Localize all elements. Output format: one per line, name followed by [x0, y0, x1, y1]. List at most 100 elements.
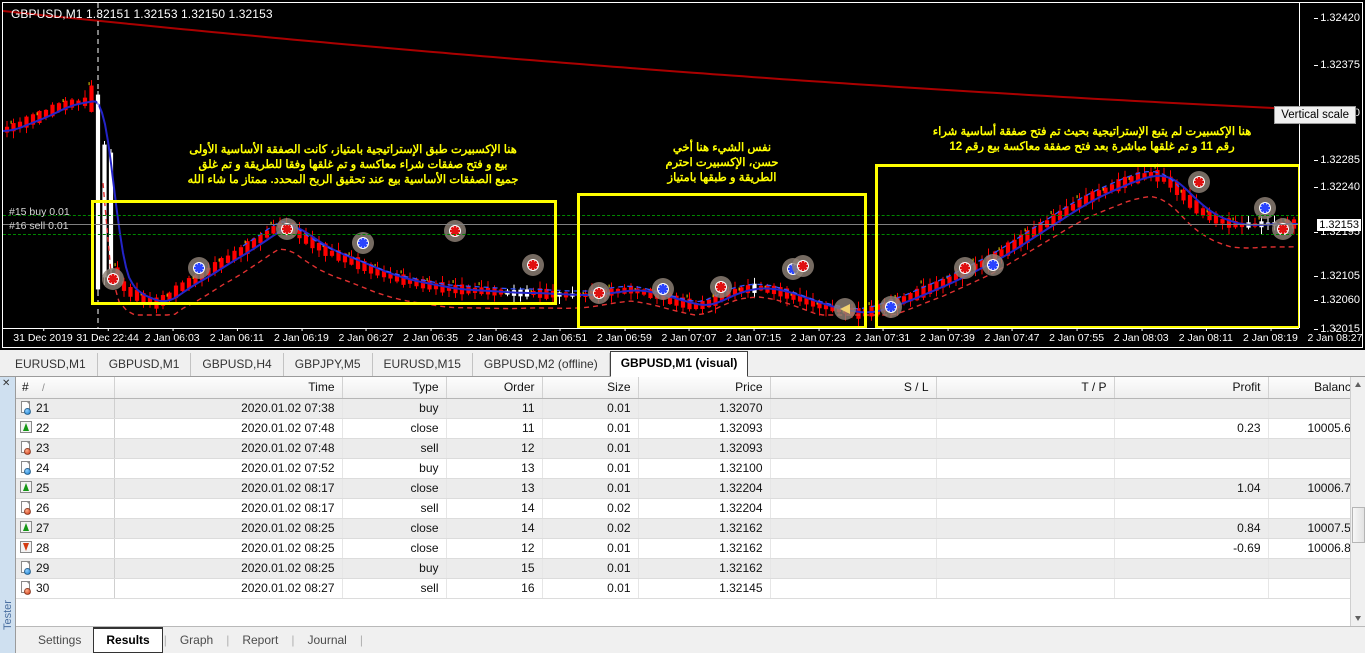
chart-tab-gbpjpy-m5[interactable]: GBPJPY,M5	[284, 353, 373, 376]
chart-tab-gbpusd-m1[interactable]: GBPUSD,M1	[98, 353, 192, 376]
cell-type: close	[342, 479, 446, 499]
cell-size: 0.01	[542, 579, 638, 599]
order-buy-icon	[20, 561, 32, 574]
tester-tab-graph[interactable]: Graph	[168, 629, 225, 651]
tester-tab-results[interactable]: Results	[93, 627, 162, 653]
highlight-box-1	[91, 200, 557, 305]
column-header-type[interactable]: Type	[342, 377, 446, 399]
vertical-price-scale[interactable]: 1.324201.323751.323301.322851.322401.321…	[1299, 3, 1362, 328]
column-header-num[interactable]: # /	[16, 377, 114, 399]
cell-sl	[770, 439, 936, 459]
cell-sl	[770, 459, 936, 479]
table-row[interactable]: 302020.01.02 08:27sell160.011.32145	[16, 579, 1365, 599]
time-tick-9: 2 Jan 06:59	[597, 332, 652, 344]
cell-price: 1.32204	[638, 479, 770, 499]
table-row[interactable]: 222020.01.02 07:48close110.011.320930.23…	[16, 419, 1365, 439]
cell-type: close	[342, 419, 446, 439]
cell-size: 0.01	[542, 399, 638, 419]
table-row[interactable]: 252020.01.02 08:17close130.011.322041.04…	[16, 479, 1365, 499]
time-tick-1: 31 Dec 22:44	[76, 332, 138, 344]
chart-tab-bar[interactable]: EURUSD,M1GBPUSD,M1GBPUSD,H4GBPJPY,M5EURU…	[0, 350, 1365, 377]
column-header-order[interactable]: Order	[446, 377, 542, 399]
cell-type: close	[342, 539, 446, 559]
table-row[interactable]: 212020.01.02 07:38buy110.011.32070	[16, 399, 1365, 419]
order-buy-icon	[20, 461, 32, 474]
cell-type: close	[342, 519, 446, 539]
tester-tab-settings[interactable]: Settings	[26, 629, 93, 651]
chart-tab-eurusd-m1[interactable]: EURUSD,M1	[4, 353, 98, 376]
row-number: 22	[36, 421, 49, 435]
chart-tab-gbpusd-m2-offline[interactable]: GBPUSD,M2 (offline)	[473, 353, 610, 376]
scroll-up-arrow-icon[interactable]	[1351, 377, 1365, 392]
current-price-tag: 1.32153	[1317, 219, 1361, 231]
column-header-time[interactable]: Time	[114, 377, 342, 399]
cell-num: 29	[16, 559, 114, 579]
cell-order: 12	[446, 439, 542, 459]
metatrader-window: #15 buy 0.01 #16 sell 0.01 هنا الإكسبيرت…	[0, 0, 1365, 653]
time-tick-0: 31 Dec 2019	[13, 332, 73, 344]
row-number: 21	[36, 401, 49, 415]
cell-order: 15	[446, 559, 542, 579]
row-number: 27	[36, 521, 49, 535]
column-header-price[interactable]: Price	[638, 377, 770, 399]
cell-profit	[1114, 459, 1268, 479]
chart-plot-area[interactable]: #15 buy 0.01 #16 sell 0.01 هنا الإكسبيرت…	[3, 3, 1299, 328]
tester-tab-report[interactable]: Report	[230, 629, 290, 651]
cell-time: 2020.01.02 07:48	[114, 419, 342, 439]
price-tick-6: 1.32105	[1320, 270, 1360, 282]
cell-size: 0.01	[542, 539, 638, 559]
table-row[interactable]: 262020.01.02 08:17sell140.021.32204	[16, 499, 1365, 519]
cell-tp	[936, 479, 1114, 499]
chart-panel[interactable]: #15 buy 0.01 #16 sell 0.01 هنا الإكسبيرت…	[0, 0, 1365, 350]
cell-time: 2020.01.02 07:38	[114, 399, 342, 419]
tester-panel-label: Tester	[2, 596, 14, 630]
cell-tp	[936, 459, 1114, 479]
column-header-size[interactable]: Size	[542, 377, 638, 399]
tester-side-strip: ✕ Tester	[0, 377, 16, 653]
cell-type: sell	[342, 499, 446, 519]
cell-time: 2020.01.02 07:52	[114, 459, 342, 479]
cell-sl	[770, 579, 936, 599]
highlight-box-2	[577, 193, 867, 328]
table-row[interactable]: 232020.01.02 07:48sell120.011.32093	[16, 439, 1365, 459]
table-row[interactable]: 282020.01.02 08:25close120.011.32162-0.6…	[16, 539, 1365, 559]
cell-num: 28	[16, 539, 114, 559]
scrollbar-thumb[interactable]	[1352, 507, 1365, 543]
row-number: 25	[36, 481, 49, 495]
results-vertical-scrollbar[interactable]	[1350, 377, 1365, 626]
time-tick-7: 2 Jan 06:43	[468, 332, 523, 344]
column-header-sl[interactable]: S / L	[770, 377, 936, 399]
scroll-down-arrow-icon[interactable]	[1351, 611, 1365, 626]
chart-tab-gbpusd-m1-visual[interactable]: GBPUSD,M1 (visual)	[610, 351, 749, 377]
tester-tab-journal[interactable]: Journal	[295, 629, 358, 651]
cell-type: sell	[342, 579, 446, 599]
table-row[interactable]: 242020.01.02 07:52buy130.011.32100	[16, 459, 1365, 479]
chart-tab-gbpusd-h4[interactable]: GBPUSD,H4	[191, 353, 283, 376]
order-label-16: #16 sell 0.01	[9, 220, 69, 232]
cell-price: 1.32162	[638, 519, 770, 539]
row-number: 28	[36, 541, 49, 555]
close-loss-icon	[20, 541, 32, 554]
chart-annotation-3: هنا الإكسبيرت لم يتبع الإستراتيجية بحيث …	[883, 125, 1299, 155]
close-icon[interactable]: ✕	[2, 379, 10, 389]
column-header-profit[interactable]: Profit	[1114, 377, 1268, 399]
tester-tab-bar[interactable]: SettingsResults|Graph|Report|Journal|	[16, 626, 1365, 653]
order-label-15: #15 buy 0.01	[9, 206, 70, 218]
cell-num: 24	[16, 459, 114, 479]
horizontal-time-scale[interactable]: 31 Dec 201931 Dec 22:442 Jan 06:032 Jan …	[3, 328, 1299, 347]
cell-num: 23	[16, 439, 114, 459]
results-table-body: 212020.01.02 07:38buy110.011.32070222020…	[16, 399, 1365, 599]
cell-sl	[770, 559, 936, 579]
cell-profit: -0.69	[1114, 539, 1268, 559]
column-header-tp[interactable]: T / P	[936, 377, 1114, 399]
time-tick-3: 2 Jan 06:11	[210, 332, 264, 344]
chart-tab-eurusd-m15[interactable]: EURUSD,M15	[373, 353, 473, 376]
cell-time: 2020.01.02 08:17	[114, 479, 342, 499]
annotation-1-line-2: بيع و فتح صفقات شراء معاكسة و تم غلقها و…	[143, 158, 563, 173]
cell-tp	[936, 519, 1114, 539]
order-sell-icon	[20, 501, 32, 514]
results-table-container[interactable]: # / Time Type Order Size Price S / L T /…	[16, 377, 1365, 626]
cell-num: 21	[16, 399, 114, 419]
table-row[interactable]: 292020.01.02 08:25buy150.011.32162	[16, 559, 1365, 579]
table-row[interactable]: 272020.01.02 08:25close140.021.321620.84…	[16, 519, 1365, 539]
